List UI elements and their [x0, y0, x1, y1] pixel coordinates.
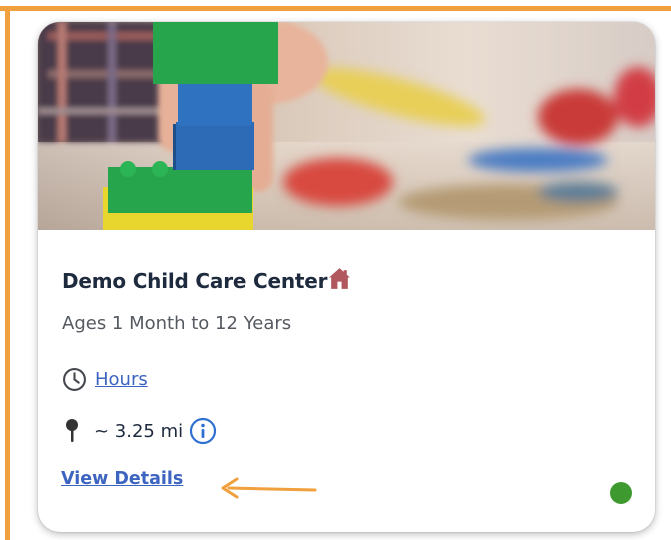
distance-row: ~ 3.25 mi	[64, 416, 217, 446]
annotation-arrow-icon	[221, 477, 317, 499]
clock-icon	[63, 367, 86, 391]
info-icon[interactable]	[189, 417, 217, 445]
location-pin-icon	[66, 419, 78, 442]
hours-row: Hours	[62, 366, 148, 392]
status-indicator	[610, 482, 632, 504]
highlight-frame-left	[5, 6, 10, 540]
home-icon	[329, 267, 351, 289]
provider-photo	[38, 22, 655, 230]
provider-card: Demo Child Care Center Ages 1 Month to 1…	[38, 22, 655, 532]
provider-name: Demo Child Care Center	[62, 269, 328, 293]
hours-link[interactable]: Hours	[95, 369, 148, 390]
title-row: Demo Child Care Center	[62, 266, 352, 296]
distance-value: ~ 3.25 mi	[94, 420, 184, 442]
age-range: Ages 1 Month to 12 Years	[62, 313, 292, 334]
view-details-link[interactable]: View Details	[61, 469, 183, 489]
highlight-frame-top	[0, 6, 671, 11]
